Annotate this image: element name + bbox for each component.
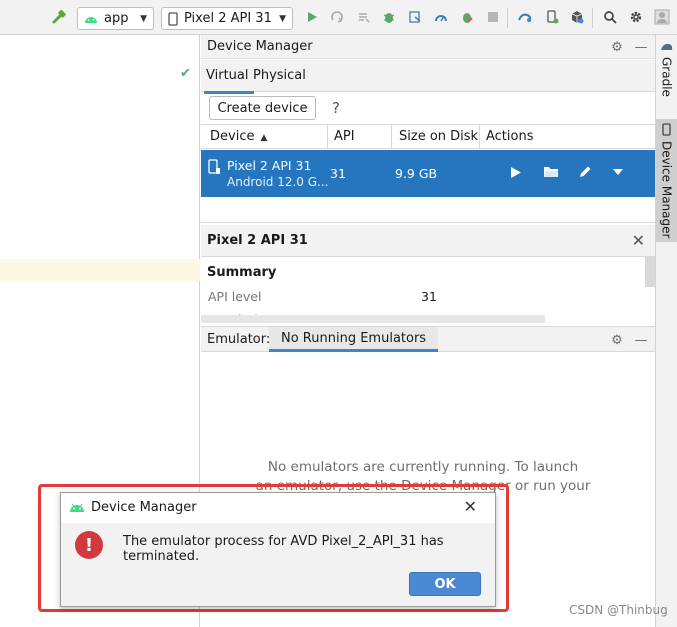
- vertical-scrollbar[interactable]: [645, 257, 655, 287]
- minimize-icon[interactable]: —: [633, 332, 649, 348]
- device-subtitle: Android 12.0 G...: [227, 175, 329, 189]
- folder-icon[interactable]: [542, 163, 560, 181]
- create-device-button[interactable]: Create device: [209, 96, 316, 120]
- device-name: Pixel 2 API 31: [227, 158, 312, 173]
- gear-icon[interactable]: ⚙: [609, 332, 625, 348]
- gradle-tool-tab[interactable]: Gradle: [656, 41, 677, 97]
- device-api: 31: [330, 166, 346, 181]
- horizontal-scrollbar[interactable]: [201, 315, 545, 323]
- right-tool-strip: Gradle Device Manager: [655, 35, 677, 627]
- device-summary: Summary API level 31 Resolution 1080 × 1…: [201, 257, 655, 323]
- dialog-message: The emulator process for AVD Pixel_2_API…: [123, 534, 444, 564]
- device-table: Device ▲ API Size on Disk Actions Pixel 2…: [201, 124, 655, 223]
- panel-title: Device Manager: [207, 39, 313, 54]
- dialog-titlebar: Device Manager ✕: [61, 493, 495, 523]
- coverage-icon[interactable]: [458, 8, 476, 26]
- android-icon: [85, 16, 97, 23]
- run-config-combo[interactable]: app ▼: [77, 7, 154, 30]
- summary-title: Summary: [207, 265, 277, 280]
- table-header: Device ▲ API Size on Disk Actions: [201, 125, 655, 149]
- chevron-down-icon: ▼: [279, 13, 286, 24]
- summary-value: 31: [421, 289, 437, 304]
- close-icon[interactable]: ✕: [464, 497, 477, 516]
- device-size: 9.9 GB: [395, 166, 438, 181]
- sync-gradle-icon[interactable]: [516, 8, 534, 26]
- column-api[interactable]: API: [334, 129, 355, 144]
- help-icon[interactable]: ?: [332, 99, 340, 117]
- attach-debugger-icon[interactable]: [406, 8, 424, 26]
- sort-up-icon: ▲: [260, 133, 268, 143]
- device-details-header: Pixel 2 API 31 ✕: [201, 225, 655, 257]
- error-icon: !: [75, 531, 103, 559]
- table-row[interactable]: Pixel 2 API 31 Android 12.0 G... 31 9.9 …: [201, 150, 655, 197]
- device-combo[interactable]: Pixel 2 API 31 ▼: [161, 7, 293, 30]
- profile-icon[interactable]: [432, 8, 450, 26]
- edit-pencil-icon[interactable]: [576, 163, 594, 181]
- column-actions[interactable]: Actions: [486, 129, 534, 144]
- emulator-label: Emulator:: [207, 332, 271, 347]
- device-manager-tool-tab[interactable]: Device Manager: [656, 119, 677, 243]
- summary-key: API level: [208, 289, 262, 304]
- column-size[interactable]: Size on Disk: [399, 129, 478, 144]
- gear-icon[interactable]: ⚙: [609, 39, 625, 55]
- column-device[interactable]: Device ▲: [210, 129, 267, 144]
- device-manager-label: Device Manager: [659, 141, 674, 239]
- sdk-manager-icon[interactable]: [568, 8, 586, 26]
- highlighted-line: [0, 259, 200, 281]
- elephant-icon: [660, 43, 672, 50]
- android-icon: [70, 503, 84, 512]
- phone-icon: [168, 11, 178, 26]
- search-icon[interactable]: [601, 8, 619, 26]
- dialog-title: Device Manager: [91, 500, 197, 515]
- phone-icon: [661, 123, 671, 136]
- tab-physical[interactable]: Physical: [253, 68, 306, 83]
- run-icon[interactable]: [303, 8, 321, 26]
- device-manager-header: Device Manager ⚙ —: [201, 35, 655, 59]
- chevron-down-icon: ▼: [140, 13, 147, 24]
- error-dialog: Device Manager ✕ ! The emulator process …: [60, 492, 496, 607]
- tab-no-running-emulators[interactable]: No Running Emulators: [269, 327, 439, 352]
- close-icon[interactable]: ✕: [632, 231, 645, 250]
- details-title: Pixel 2 API 31: [207, 233, 308, 248]
- debug-icon[interactable]: [380, 8, 398, 26]
- device-manager-icon[interactable]: [543, 8, 561, 26]
- hammer-build-icon[interactable]: [50, 8, 68, 26]
- phone-icon: [208, 159, 220, 174]
- minimize-icon[interactable]: —: [633, 39, 649, 55]
- stop-icon[interactable]: [484, 8, 502, 26]
- device-label: Pixel 2 API 31: [184, 11, 272, 26]
- check-icon: ✔: [180, 66, 191, 81]
- tab-virtual[interactable]: Virtual: [203, 68, 256, 94]
- ok-button[interactable]: OK: [409, 572, 481, 596]
- watermark: CSDN @Thinbug: [569, 603, 668, 617]
- apply-changes-icon[interactable]: [328, 8, 346, 26]
- apply-code-changes-icon[interactable]: [355, 8, 373, 26]
- account-icon[interactable]: [653, 8, 671, 26]
- run-config-label: app: [104, 11, 129, 26]
- gradle-label: Gradle: [659, 57, 674, 97]
- launch-icon[interactable]: [507, 163, 525, 181]
- main-toolbar: app ▼ Pixel 2 API 31 ▼: [0, 0, 677, 35]
- emulator-header: Emulator: No Running Emulators ⚙ —: [201, 326, 655, 352]
- device-tabs: Virtual Physical: [201, 60, 655, 94]
- gear-icon[interactable]: [627, 8, 645, 26]
- more-actions-dropdown-icon[interactable]: [609, 163, 627, 181]
